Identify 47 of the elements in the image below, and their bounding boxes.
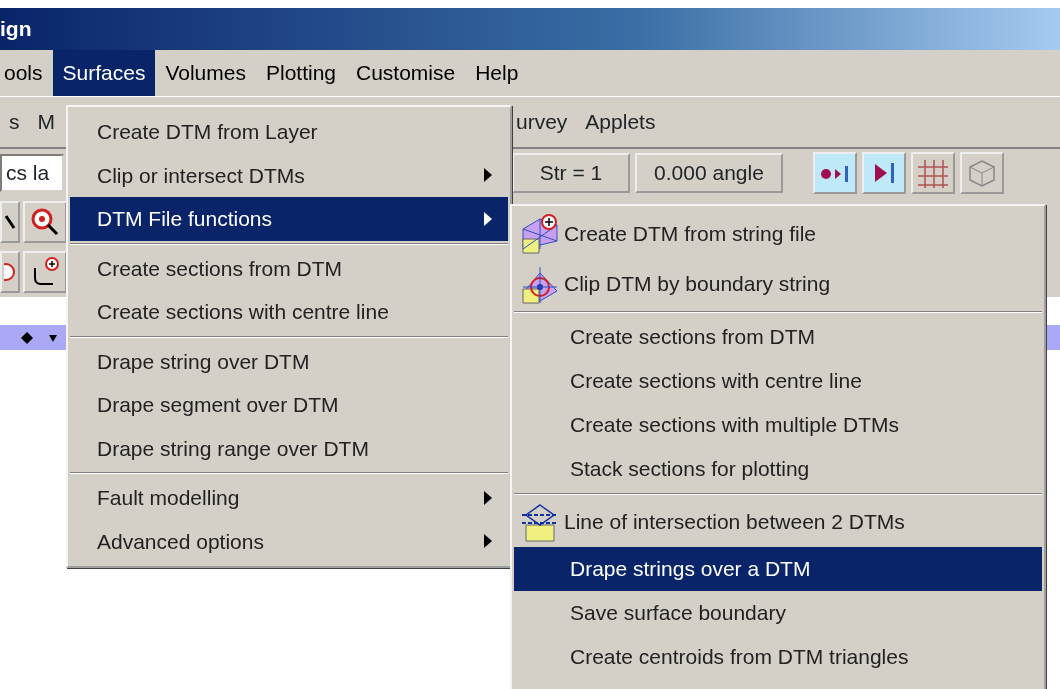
menu-item[interactable]: DTM File functions xyxy=(70,197,508,241)
menu-item[interactable]: Fault modelling xyxy=(70,476,508,520)
next-string-button[interactable] xyxy=(862,152,906,194)
menu-item[interactable]: Create sections from DTM xyxy=(70,246,508,290)
menu-item[interactable]: Save surface boundary xyxy=(514,591,1042,635)
zoom-button[interactable] xyxy=(23,201,67,243)
menu-item[interactable]: Create sections with multiple DTMs xyxy=(514,403,1042,447)
menu-item[interactable]: Create sections with centre line xyxy=(514,359,1042,403)
menu-item[interactable]: Drape string range over DTM xyxy=(70,426,508,470)
menu-item[interactable]: Clip DTM by boundary string xyxy=(514,259,1042,309)
menu-item[interactable]: Clip or intersect DTMs xyxy=(70,153,508,197)
menu-bar-item[interactable]: Surfaces xyxy=(52,50,156,96)
menu-item[interactable]: Create centroids from DTM triangles xyxy=(514,635,1042,679)
menu-item[interactable]: Advanced options xyxy=(70,519,508,563)
menu-bar-item[interactable]: ools xyxy=(0,50,53,96)
next-point-button[interactable] xyxy=(813,152,857,194)
menu-item[interactable]: Drape segment over DTM xyxy=(70,383,508,427)
menu-bar-item[interactable]: Volumes xyxy=(155,50,256,96)
grid-icon xyxy=(916,158,950,188)
menu-bar-item[interactable]: M xyxy=(28,106,64,138)
menu-bar-item[interactable]: s xyxy=(0,106,29,138)
layer-field[interactable]: cs la xyxy=(0,154,64,192)
menu-item[interactable]: Create sections with centre line xyxy=(70,290,508,334)
add-arc-button[interactable] xyxy=(23,251,67,293)
magnifier-icon xyxy=(30,207,60,237)
triangulation-plus-icon xyxy=(520,213,560,255)
zoom-out-button[interactable] xyxy=(0,251,20,293)
diamond-icon xyxy=(20,330,34,345)
menu-item[interactable]: Create DTM from string file xyxy=(514,209,1042,259)
grid-button[interactable] xyxy=(911,152,955,194)
menu-bar-item[interactable]: Plotting xyxy=(255,50,346,96)
menu-item[interactable]: Create sections from DTM xyxy=(514,315,1042,359)
cube-button[interactable] xyxy=(960,152,1004,194)
menu-bar-item[interactable]: Applets xyxy=(576,106,665,138)
menu-item[interactable]: Stack sections for plotting xyxy=(514,447,1042,491)
window-title: ign xyxy=(0,16,32,43)
menu-bar-item[interactable]: Help xyxy=(465,50,529,96)
menu-bar-item[interactable]: Customise xyxy=(346,50,466,96)
string-number-field: Str = 1 xyxy=(512,153,630,193)
pointer-button[interactable] xyxy=(0,201,20,243)
menu-item[interactable]: Drape strings over a DTM xyxy=(514,547,1042,591)
dropdown-icon xyxy=(48,332,58,343)
cube-icon xyxy=(967,158,997,188)
menu-item[interactable]: Drape string over DTM xyxy=(70,339,508,383)
menu-item[interactable]: Create DTM from Layer xyxy=(70,110,508,154)
angle-field: 0.000 angle xyxy=(635,153,783,193)
menu-item[interactable]: Line of intersection between 2 DTMs xyxy=(514,497,1042,547)
